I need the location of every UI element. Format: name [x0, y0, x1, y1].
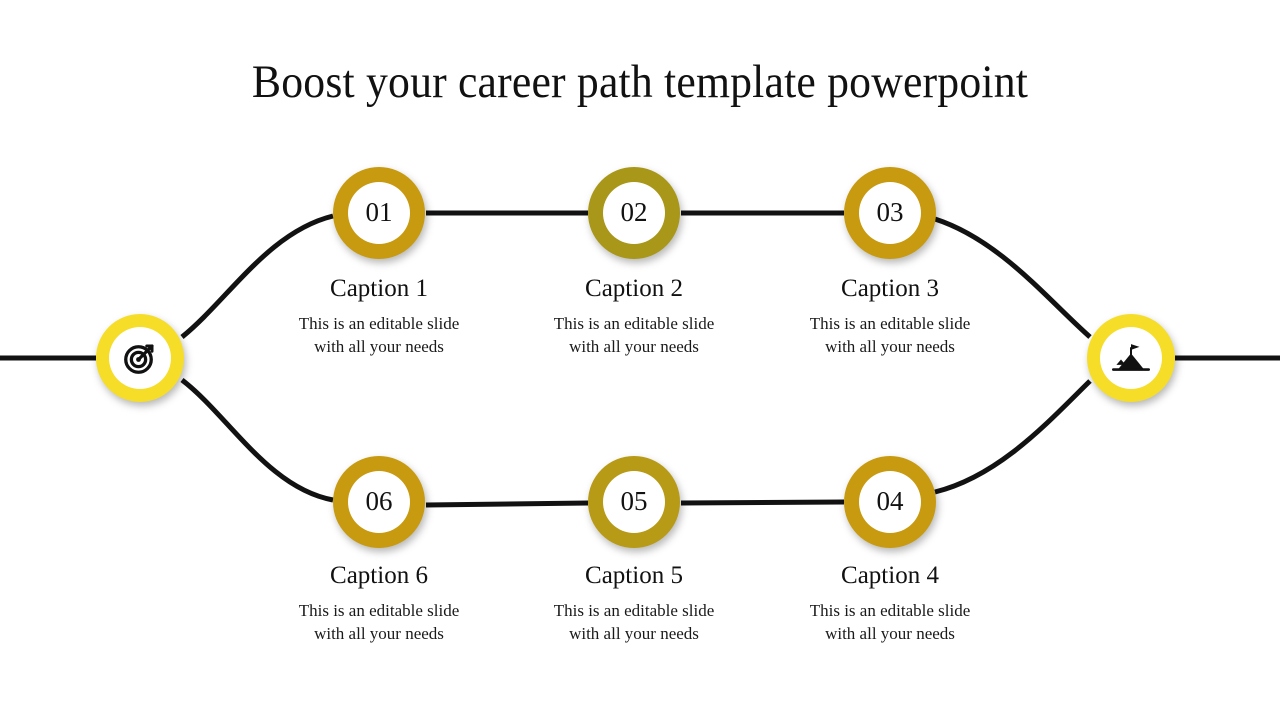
- caption-body-line1: This is an editable slide: [809, 601, 971, 620]
- step-node-02[interactable]: 02: [588, 167, 680, 259]
- step-node-inner-06: 06: [348, 471, 410, 533]
- step-number-label: 02: [620, 196, 648, 227]
- caption-body-line2: with all your needs: [825, 337, 955, 356]
- caption-block-03: Caption 3 This is an editable slide with a…: [765, 275, 1015, 358]
- caption-body: This is an editable slide with all your n…: [765, 599, 1015, 645]
- mountain-flag-icon: [1112, 344, 1150, 371]
- connector-04-to-end: [934, 379, 1092, 495]
- terminal-node-start[interactable]: [96, 314, 184, 402]
- caption-body-line1: This is an editable slide: [553, 601, 715, 620]
- caption-body-line2: with all your needs: [825, 624, 955, 643]
- step-node-01[interactable]: 01: [333, 167, 425, 259]
- caption-body: This is an editable slide with all your n…: [254, 599, 504, 645]
- caption-block-06: Caption 6 This is an editable slide with a…: [254, 562, 504, 645]
- step-number-label: 03: [876, 196, 904, 227]
- caption-body: This is an editable slide with all your n…: [509, 312, 759, 358]
- caption-block-04: Caption 4 This is an editable slide with a…: [765, 562, 1015, 645]
- caption-body: This is an editable slide with all your n…: [765, 312, 1015, 358]
- caption-title: Caption 5: [585, 562, 683, 589]
- caption-body-line2: with all your needs: [569, 624, 699, 643]
- caption-body-line2: with all your needs: [314, 624, 444, 643]
- step-node-03[interactable]: 03: [844, 167, 936, 259]
- terminal-start-inner: [109, 327, 171, 389]
- terminal-end-inner: [1100, 327, 1162, 389]
- caption-body: This is an editable slide with all your n…: [254, 312, 504, 358]
- caption-title: Caption 2: [585, 275, 683, 302]
- caption-block-05: Caption 5 This is an editable slide with a…: [509, 562, 759, 645]
- slide-canvas: Boost your career path template powerpoi…: [0, 0, 1280, 720]
- step-node-05[interactable]: 05: [588, 456, 680, 548]
- caption-body-line2: with all your needs: [314, 337, 444, 356]
- caption-block-01: Caption 1 This is an editable slide with a…: [254, 275, 504, 358]
- caption-body-line1: This is an editable slide: [298, 601, 460, 620]
- caption-title: Caption 1: [330, 275, 428, 302]
- caption-block-02: Caption 2 This is an editable slide with a…: [509, 275, 759, 358]
- step-node-inner-01: 01: [348, 182, 410, 244]
- step-node-04[interactable]: 04: [844, 456, 936, 548]
- caption-title: Caption 4: [841, 562, 939, 589]
- step-number-label: 04: [876, 485, 904, 516]
- caption-title: Caption 6: [330, 562, 428, 589]
- caption-title: Caption 3: [841, 275, 939, 302]
- step-node-inner-05: 05: [603, 471, 665, 533]
- page-title: Boost your career path template powerpoi…: [251, 56, 1029, 108]
- terminal-node-end[interactable]: [1087, 314, 1175, 402]
- step-node-inner-02: 02: [603, 182, 665, 244]
- connector-06-to-05: [425, 500, 589, 508]
- connector-start-to-06: [180, 378, 334, 503]
- step-number-label: 01: [365, 196, 393, 227]
- caption-body-line1: This is an editable slide: [298, 314, 460, 333]
- step-number-label: 05: [620, 485, 648, 516]
- step-node-inner-03: 03: [859, 182, 921, 244]
- caption-body-line1: This is an editable slide: [553, 314, 715, 333]
- caption-body-line2: with all your needs: [569, 337, 699, 356]
- connector-05-to-04: [680, 499, 845, 506]
- caption-body: This is an editable slide with all your n…: [509, 599, 759, 645]
- step-number-label: 06: [365, 485, 393, 516]
- step-node-inner-04: 04: [859, 471, 921, 533]
- step-node-06[interactable]: 06: [333, 456, 425, 548]
- caption-body-line1: This is an editable slide: [809, 314, 971, 333]
- target-icon: [124, 344, 154, 374]
